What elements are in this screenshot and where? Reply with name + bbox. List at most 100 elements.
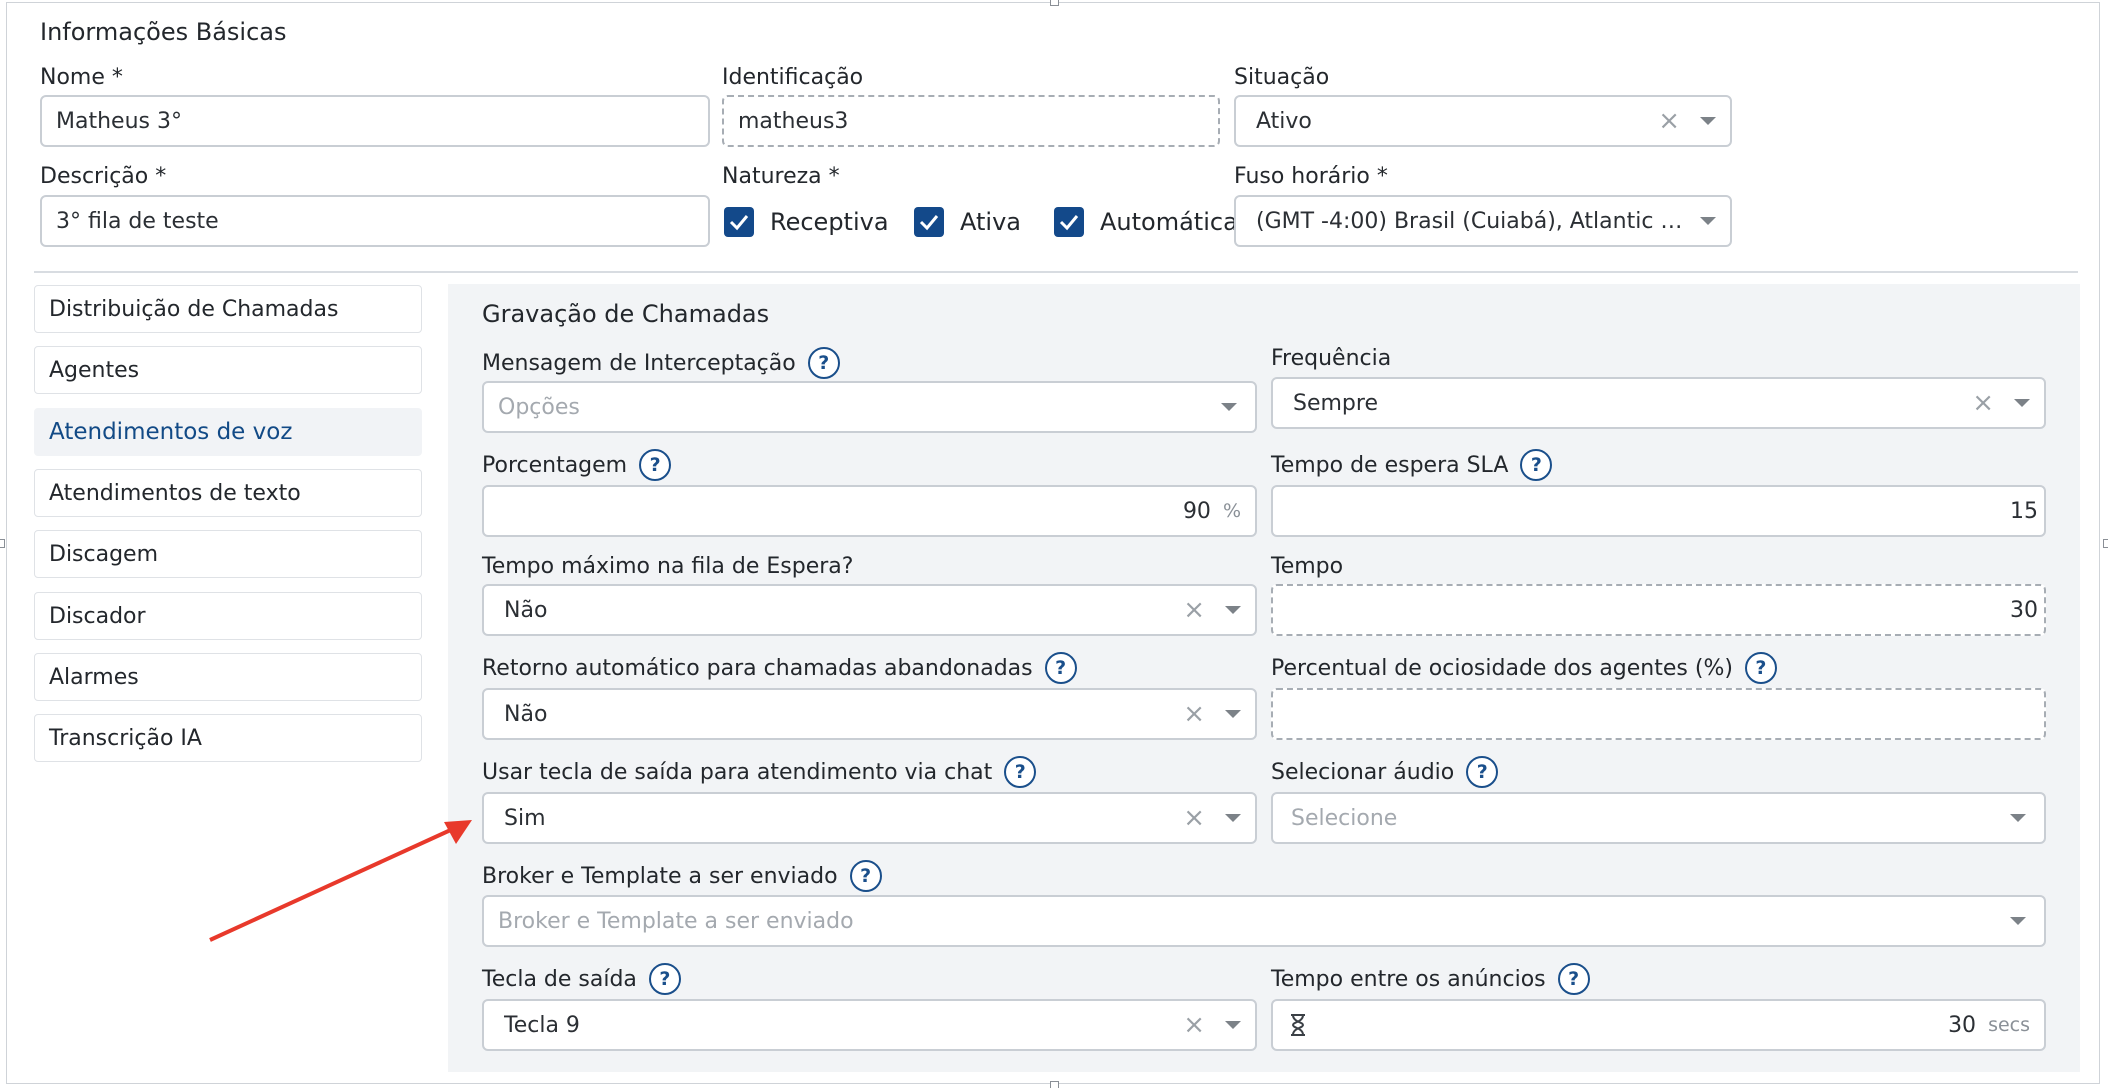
help-icon[interactable]: ? <box>1520 449 1553 481</box>
tempo-sla-label-text: Tempo de espera SLA <box>1271 452 1509 478</box>
chevron-down-icon[interactable] <box>1225 710 1241 718</box>
tempo-label: Tempo <box>1271 553 1344 579</box>
checkbox-checked-icon[interactable] <box>914 207 944 237</box>
sidebar-item-distribuicao[interactable]: Distribuição de Chamadas <box>34 285 422 333</box>
checkbox-automatica[interactable]: Automática <box>1054 207 1238 237</box>
identificacao-input[interactable]: matheus3 <box>722 95 1220 147</box>
resize-handle-bottom[interactable] <box>1050 1081 1059 1088</box>
sidebar-item-atendimentos-texto[interactable]: Atendimentos de texto <box>34 469 422 517</box>
clear-icon[interactable]: × <box>1183 597 1205 623</box>
sidebar-item-discagem[interactable]: Discagem <box>34 530 422 578</box>
tempo-value: 30 <box>2010 597 2038 623</box>
sidebar-item-atendimentos-voz[interactable]: Atendimentos de voz <box>34 408 422 456</box>
clear-icon[interactable]: × <box>1183 1012 1205 1038</box>
frequencia-select[interactable]: Sempre × <box>1271 377 2046 429</box>
porcentagem-label-text: Porcentagem <box>482 452 628 478</box>
clear-icon[interactable]: × <box>1658 108 1680 134</box>
resize-handle-left[interactable] <box>0 539 5 548</box>
fuso-label: Fuso horário * <box>1234 163 1388 189</box>
chevron-down-icon[interactable] <box>1225 606 1241 614</box>
divider <box>34 271 2078 273</box>
situacao-value: Ativo <box>1256 108 1312 134</box>
tecla-saida-value: Tecla 9 <box>504 1012 580 1038</box>
help-icon[interactable]: ? <box>849 860 882 892</box>
ativa-label: Ativa <box>960 208 1021 236</box>
help-icon[interactable]: ? <box>1044 652 1077 684</box>
retorno-label: Retorno automático para chamadas abandon… <box>482 650 1077 686</box>
nome-value: Matheus 3° <box>56 108 182 134</box>
selecionar-audio-select[interactable]: Selecione <box>1271 792 2046 844</box>
natureza-label: Natureza * <box>722 163 840 189</box>
percent-unit: % <box>1222 500 1241 522</box>
tempo-anuncios-input[interactable]: 30 secs <box>1271 999 2046 1051</box>
broker-label-text: Broker e Template a ser enviado <box>482 863 838 889</box>
descricao-input[interactable]: 3° fila de teste <box>40 195 710 247</box>
help-icon[interactable]: ? <box>1004 756 1037 788</box>
chevron-down-icon[interactable] <box>1225 1021 1241 1029</box>
help-icon[interactable]: ? <box>1466 756 1499 788</box>
tempo-anuncios-label-text: Tempo entre os anúncios <box>1271 966 1546 992</box>
percentual-input[interactable] <box>1271 688 2046 740</box>
help-icon[interactable]: ? <box>639 449 672 481</box>
frequencia-label: Frequência <box>1271 345 1392 371</box>
mensagem-label-text: Mensagem de Interceptação <box>482 350 796 376</box>
broker-label: Broker e Template a ser enviado ? <box>482 858 882 894</box>
broker-select[interactable]: Broker e Template a ser enviado <box>482 895 2046 947</box>
retorno-select[interactable]: Não × <box>482 688 1257 740</box>
chevron-down-icon[interactable] <box>1225 814 1241 822</box>
tempo-sla-value: 15 <box>2010 498 2038 524</box>
resize-handle-right[interactable] <box>2103 539 2108 548</box>
chevron-down-icon[interactable] <box>2010 917 2026 925</box>
retorno-value: Não <box>504 701 548 727</box>
checkbox-checked-icon[interactable] <box>724 207 754 237</box>
selecionar-audio-label: Selecionar áudio ? <box>1271 754 1499 790</box>
resize-handle-top[interactable] <box>1050 0 1059 6</box>
annotation-arrow <box>209 820 472 942</box>
nome-input[interactable]: Matheus 3° <box>40 95 710 147</box>
descricao-label: Descrição * <box>40 163 167 189</box>
chevron-down-icon[interactable] <box>1700 117 1716 125</box>
fuso-select[interactable]: (GMT -4:00) Brasil (Cuiabá), Atlantic Ti… <box>1234 195 1732 247</box>
help-icon[interactable]: ? <box>807 347 840 379</box>
clear-icon[interactable]: × <box>1183 701 1205 727</box>
sidebar-item-alarmes[interactable]: Alarmes <box>34 653 422 701</box>
porcentagem-label: Porcentagem ? <box>482 447 672 483</box>
clear-icon[interactable]: × <box>1972 390 1994 416</box>
usar-tecla-value: Sim <box>504 805 546 831</box>
checkbox-checked-icon[interactable] <box>1054 207 1084 237</box>
porcentagem-input[interactable]: 90 % <box>482 485 1257 537</box>
tempo-input[interactable]: 30 <box>1271 584 2046 636</box>
hourglass-icon <box>1289 1013 1307 1037</box>
tempo-max-label: Tempo máximo na fila de Espera? <box>482 553 854 579</box>
mensagem-select[interactable]: Opções <box>482 381 1257 433</box>
tecla-saida-label: Tecla de saída ? <box>482 961 681 997</box>
automatica-label: Automática <box>1100 208 1238 236</box>
identificacao-value: matheus3 <box>738 108 849 134</box>
nome-label: Nome * <box>40 64 123 90</box>
situacao-select[interactable]: Ativo × <box>1234 95 1732 147</box>
checkbox-receptiva[interactable]: Receptiva <box>724 207 889 237</box>
sidebar-item-agentes[interactable]: Agentes <box>34 346 422 394</box>
chevron-down-icon[interactable] <box>2010 814 2026 822</box>
tempo-sla-input[interactable]: 15 <box>1271 485 2046 537</box>
usar-tecla-select[interactable]: Sim × <box>482 792 1257 844</box>
tecla-saida-select[interactable]: Tecla 9 × <box>482 999 1257 1051</box>
chevron-down-icon[interactable] <box>2014 399 2030 407</box>
sidebar-item-discador[interactable]: Discador <box>34 592 422 640</box>
clear-icon[interactable]: × <box>1183 805 1205 831</box>
sidebar-item-transcricao[interactable]: Transcrição IA <box>34 714 422 762</box>
tempo-max-select[interactable]: Não × <box>482 584 1257 636</box>
chevron-down-icon[interactable] <box>1700 217 1716 225</box>
descricao-value: 3° fila de teste <box>56 208 219 234</box>
help-icon[interactable]: ? <box>1557 963 1590 995</box>
help-icon[interactable]: ? <box>648 963 681 995</box>
panel-title: Gravação de Chamadas <box>482 300 770 328</box>
tempo-sla-label: Tempo de espera SLA ? <box>1271 447 1553 483</box>
fuso-value: (GMT -4:00) Brasil (Cuiabá), Atlantic Ti… <box>1256 208 1686 234</box>
help-icon[interactable]: ? <box>1744 652 1777 684</box>
chevron-down-icon[interactable] <box>1221 403 1237 411</box>
identificacao-label: Identificação <box>722 64 864 90</box>
usar-tecla-label-text: Usar tecla de saída para atendimento via… <box>482 759 993 785</box>
checkbox-ativa[interactable]: Ativa <box>914 207 1021 237</box>
mensagem-placeholder: Opções <box>498 394 580 420</box>
